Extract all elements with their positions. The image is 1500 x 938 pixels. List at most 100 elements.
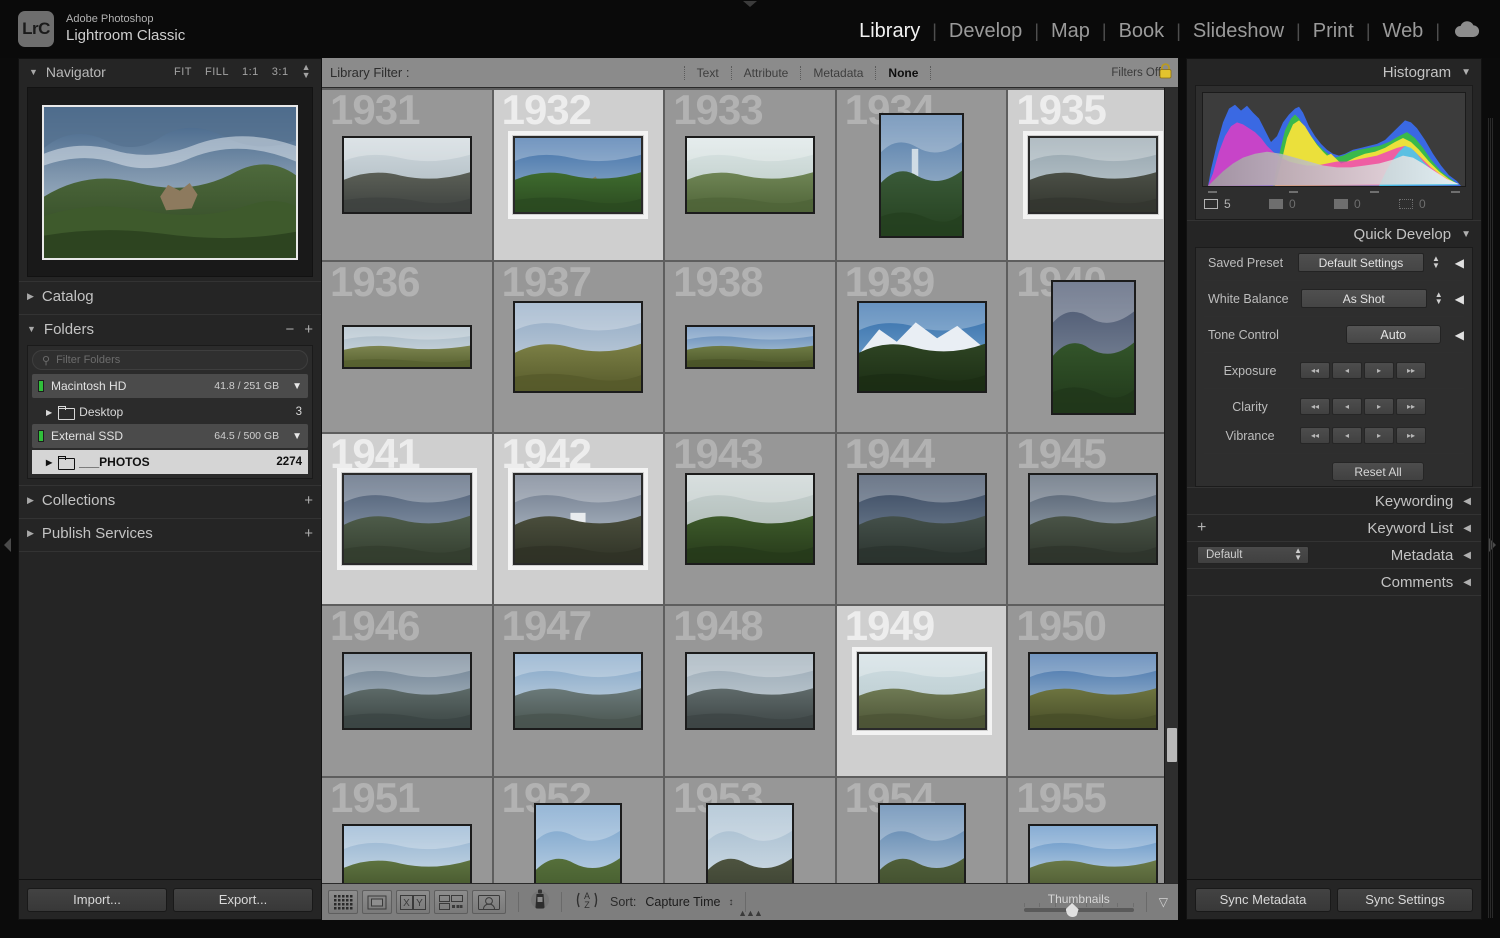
thumbnail-image[interactable] [685, 652, 815, 730]
chevron-right-icon[interactable]: ▶ [27, 528, 34, 539]
collapse-arrow-icon[interactable]: ◀ [1455, 292, 1464, 306]
remove-folder-button[interactable]: − [285, 321, 294, 338]
grid-cell[interactable]: 1941 [322, 434, 492, 604]
sync-metadata-button[interactable]: Sync Metadata [1195, 888, 1331, 912]
thumbnail-image[interactable] [857, 652, 987, 730]
filter-tab-text[interactable]: Text [684, 66, 731, 80]
az-sort-icon[interactable]: A Z [574, 889, 600, 916]
import-button[interactable]: Import... [27, 888, 167, 912]
grid-cell[interactable]: 1953 [665, 778, 835, 883]
right-edge-scrollbar[interactable] [1488, 118, 1498, 918]
zoom-level-3-1[interactable]: 3:1 [272, 66, 289, 78]
cloud-sync-icon[interactable] [1454, 21, 1480, 43]
clarity-step-4-button[interactable]: ▸▸ [1396, 398, 1426, 415]
chevron-down-icon[interactable]: ▼ [292, 431, 302, 442]
thumbnail-grid-viewport[interactable]: 1931193219331934193519361937193819391940… [322, 88, 1178, 883]
histogram-header[interactable]: Histogram ▼ [1187, 59, 1481, 85]
filmstrip-handle[interactable]: ▲▲▲ [738, 908, 762, 918]
zoom-stepper-icon[interactable]: ▲▼ [302, 64, 311, 79]
thumbnail-size-slider[interactable]: Thumbnails [1024, 892, 1134, 912]
filter-tab-attribute[interactable]: Attribute [731, 66, 801, 80]
grid-cell[interactable]: 1951 [322, 778, 492, 883]
collapse-arrow-icon[interactable]: ◀ [1463, 577, 1471, 588]
reset-all-button[interactable]: Reset All [1332, 462, 1424, 481]
chevron-down-icon[interactable]: ▼ [29, 67, 38, 77]
volume-row[interactable]: Macintosh HD41.8 / 251 GB▼ [32, 374, 308, 398]
grid-cell[interactable]: 1942 [494, 434, 664, 604]
filter-tab-metadata[interactable]: Metadata [800, 66, 875, 80]
grid-cell[interactable]: 1934 [837, 90, 1007, 260]
grid-cell[interactable]: 1935 [1008, 90, 1178, 260]
thumbnail-image[interactable] [513, 652, 643, 730]
chevron-right-icon[interactable]: ▶ [27, 495, 34, 506]
thumbnail-image[interactable] [342, 473, 472, 565]
thumbnail-image[interactable] [685, 473, 815, 565]
clarity-step-3-button[interactable]: ▸ [1364, 398, 1394, 415]
volume-row[interactable]: External SSD64.5 / 500 GB▼ [32, 424, 308, 448]
thumbnail-image[interactable] [1028, 652, 1158, 730]
thumbnail-image[interactable] [1028, 136, 1158, 214]
thumbnail-image[interactable] [878, 803, 966, 883]
folder-row[interactable]: ▶Desktop3 [32, 400, 308, 424]
module-book[interactable]: Book [1107, 20, 1177, 43]
auto-tone-button[interactable]: Auto [1346, 325, 1441, 344]
filter-tab-none[interactable]: None [875, 66, 931, 80]
thumbnail-image[interactable] [513, 301, 643, 393]
vibrance-step-1-button[interactable]: ◂◂ [1300, 427, 1330, 444]
sort-value[interactable]: Capture Time [645, 895, 720, 909]
clarity-step-2-button[interactable]: ◂ [1332, 398, 1362, 415]
survey-view-icon[interactable] [434, 890, 468, 914]
navigator-header[interactable]: ▼ Navigator FITFILL1:13:1▲▼ [19, 59, 321, 85]
loupe-view-icon[interactable] [362, 890, 392, 914]
lock-icon[interactable] [1159, 63, 1172, 79]
grid-cell[interactable]: 1948 [665, 606, 835, 776]
thumbnail-image[interactable] [879, 113, 964, 238]
grid-cell[interactable]: 1937 [494, 262, 664, 432]
grid-cell[interactable]: 1938 [665, 262, 835, 432]
sort-stepper-icon[interactable]: ↕ [728, 897, 733, 908]
exposure-step-2-button[interactable]: ◂ [1332, 362, 1362, 379]
compare-view-icon[interactable]: X Y [396, 890, 430, 914]
thumbnail-image[interactable] [857, 301, 987, 393]
thumbnail-image[interactable] [342, 136, 472, 214]
vibrance-step-4-button[interactable]: ▸▸ [1396, 427, 1426, 444]
chevron-down-icon[interactable]: ▼ [27, 324, 36, 334]
vibrance-step-2-button[interactable]: ◂ [1332, 427, 1362, 444]
grid-cell[interactable]: 1933 [665, 90, 835, 260]
module-print[interactable]: Print [1301, 20, 1366, 43]
thumbnail-image[interactable] [1028, 473, 1158, 565]
saved-preset-select[interactable]: Default Settings [1298, 253, 1424, 272]
white-balance-select[interactable]: As Shot [1301, 289, 1427, 308]
thumbnail-image[interactable] [706, 803, 794, 883]
sidebar-item-folders[interactable]: ▼ Folders − + [19, 315, 321, 343]
thumbnail-image[interactable] [513, 136, 643, 214]
section-header-keywording[interactable]: Keywording◀ [1187, 488, 1481, 514]
grid-cell[interactable]: 1950 [1008, 606, 1178, 776]
metadata-preset-select[interactable]: Default▲▼ [1197, 546, 1309, 564]
chevron-down-icon[interactable]: ▽ [1159, 895, 1168, 909]
grid-cell[interactable]: 1946 [322, 606, 492, 776]
grid-cell[interactable]: 1939 [837, 262, 1007, 432]
thumbnail-image[interactable] [1028, 824, 1158, 883]
add-folder-button[interactable]: + [304, 321, 313, 338]
module-slideshow[interactable]: Slideshow [1181, 20, 1296, 43]
export-button[interactable]: Export... [173, 888, 313, 912]
grid-cell[interactable]: 1940 [1008, 262, 1178, 432]
chevron-right-icon[interactable]: ▶ [46, 458, 52, 467]
section-header-comments[interactable]: Comments◀ [1187, 569, 1481, 595]
stepper-icon[interactable]: ▲▼ [1294, 548, 1302, 562]
exposure-step-3-button[interactable]: ▸ [1364, 362, 1394, 379]
histogram-chart[interactable] [1202, 92, 1466, 187]
slider-track[interactable] [1024, 908, 1134, 912]
top-panel-handle[interactable] [743, 1, 757, 7]
folder-row[interactable]: ▶___PHOTOS2274 [32, 450, 308, 474]
thumbnail-image[interactable] [342, 652, 472, 730]
thumbnail-image[interactable] [342, 824, 472, 883]
section-header-metadata[interactable]: Default▲▼Metadata◀ [1187, 542, 1481, 568]
grid-cell[interactable]: 1955 [1008, 778, 1178, 883]
thumbnail-image[interactable] [685, 325, 815, 369]
chevron-right-icon[interactable]: ▶ [46, 408, 52, 417]
chevron-down-icon[interactable]: ▼ [292, 381, 302, 392]
sidebar-item-catalog[interactable]: ▶ Catalog [19, 282, 321, 310]
grid-scrollbar[interactable] [1164, 88, 1178, 883]
